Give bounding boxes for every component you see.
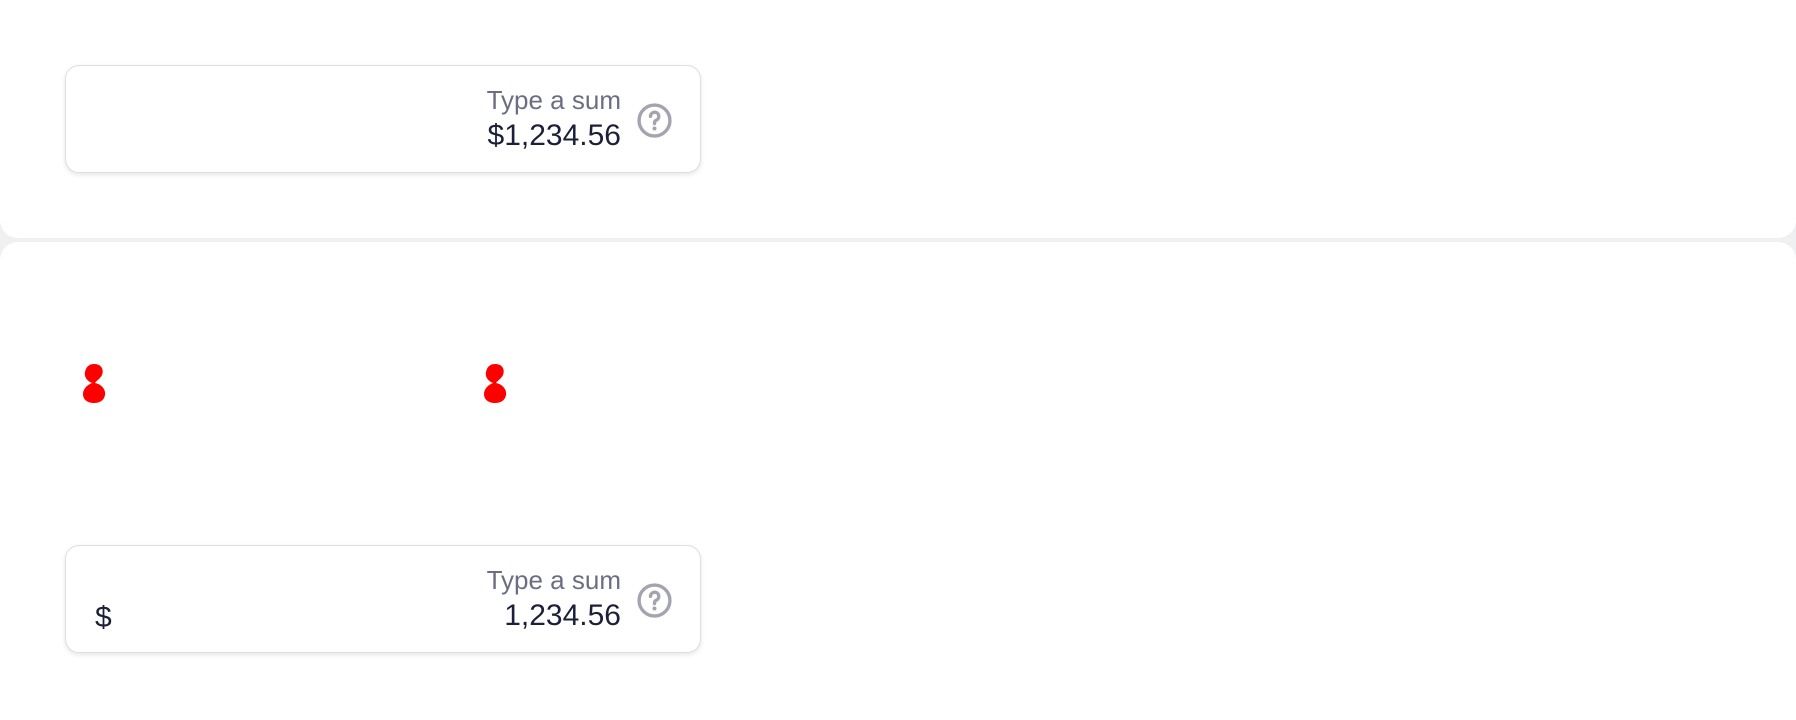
amount-field-prefixed[interactable]: $ Type a sum 1,234.56 <box>65 545 701 653</box>
question-circle-icon[interactable] <box>636 102 673 139</box>
top-panel: Type a sum $1,234.56 <box>0 0 1796 238</box>
red-marker-left <box>83 364 106 403</box>
amount-field-text: Type a sum $1,234.56 <box>487 84 621 156</box>
amount-field-value[interactable]: $1,234.56 <box>487 116 621 156</box>
amount-field-label: Type a sum <box>486 85 621 115</box>
amount-field-combined[interactable]: Type a sum $1,234.56 <box>65 65 701 173</box>
currency-prefix: $ <box>95 601 112 634</box>
amount-field-text: Type a sum 1,234.56 <box>487 564 621 636</box>
amount-field-label: Type a sum <box>486 565 621 595</box>
amount-field-value[interactable]: 1,234.56 <box>487 596 621 636</box>
red-marker-right <box>484 364 507 403</box>
question-circle-icon[interactable] <box>636 582 673 619</box>
